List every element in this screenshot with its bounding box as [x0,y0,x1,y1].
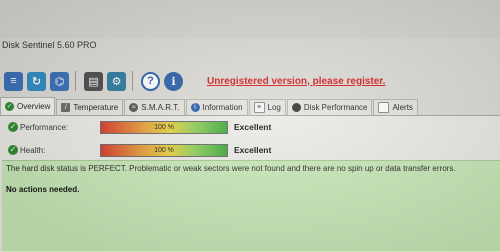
tab-log[interactable]: ≡ Log [248,99,286,115]
tab-label: Log [267,103,281,112]
disk-list-icon[interactable]: ≡ [4,71,23,91]
log-icon: ≡ [253,102,265,113]
toolbar: ≡ ↻ ⌬ ▤ ⚙ ? ℹ Unregistered version, plea… [0,67,500,95]
thermometer-icon: / [61,103,71,112]
performance-row: ✓ Performance: 100 % Excellent [0,118,500,136]
smart-icon: ≈ [129,103,139,112]
tab-information[interactable]: i Information [185,99,248,115]
performance-percent: 100 % [154,123,174,131]
tab-alerts[interactable]: Alerts [373,99,418,115]
status-message: The hard disk status is PERFECT. Problem… [6,164,456,173]
tab-overview[interactable]: ✓ Overview [0,97,56,115]
health-row: ✓ Health: 100 % Excellent [0,141,500,159]
performance-icon [291,103,301,112]
report-icon[interactable]: ▤ [84,71,103,91]
tab-label: Alerts [392,103,413,112]
health-bar: 100 % [100,143,228,157]
tab-label: Information [202,103,243,112]
tab-label: Temperature [73,103,119,112]
performance-label: Performance: [20,122,69,132]
status-message-box: The hard disk status is PERFECT. Problem… [2,160,500,252]
window-title: Disk Sentinel 5.60 PRO [2,40,97,50]
tab-label: Disk Performance [303,103,368,112]
tab-disk-performance[interactable]: Disk Performance [286,99,373,115]
help-icon[interactable]: ? [141,71,160,91]
info-icon: i [190,103,200,112]
health-label: Health: [20,145,46,155]
network-icon[interactable]: ⌬ [50,71,69,91]
tab-label: S.M.A.R.T. [141,103,180,112]
refresh-icon[interactable]: ↻ [27,71,46,91]
overview-icon: ✓ [5,102,14,111]
desktop-background [0,0,500,38]
toolbar-separator [132,71,133,91]
registration-notice-link[interactable]: Unregistered version, please register. [207,76,385,87]
alert-icon [378,102,390,113]
settings-icon[interactable]: ⚙ [107,71,126,91]
tab-temperature[interactable]: / Temperature [56,99,124,115]
performance-rating: Excellent [234,122,272,132]
health-percent: 100 % [154,146,174,154]
info-icon[interactable]: ℹ [164,71,183,91]
check-icon: ✓ [8,122,18,132]
tab-smart[interactable]: ≈ S.M.A.R.T. [124,99,185,115]
tab-label: Overview [17,102,51,111]
performance-bar: 100 % [100,120,228,134]
toolbar-separator [75,71,76,91]
health-rating: Excellent [234,145,272,155]
recommended-actions: No actions needed. [6,185,80,194]
tab-bar: ✓ Overview / Temperature ≈ S.M.A.R.T. i … [0,97,500,116]
check-icon: ✓ [8,145,18,155]
